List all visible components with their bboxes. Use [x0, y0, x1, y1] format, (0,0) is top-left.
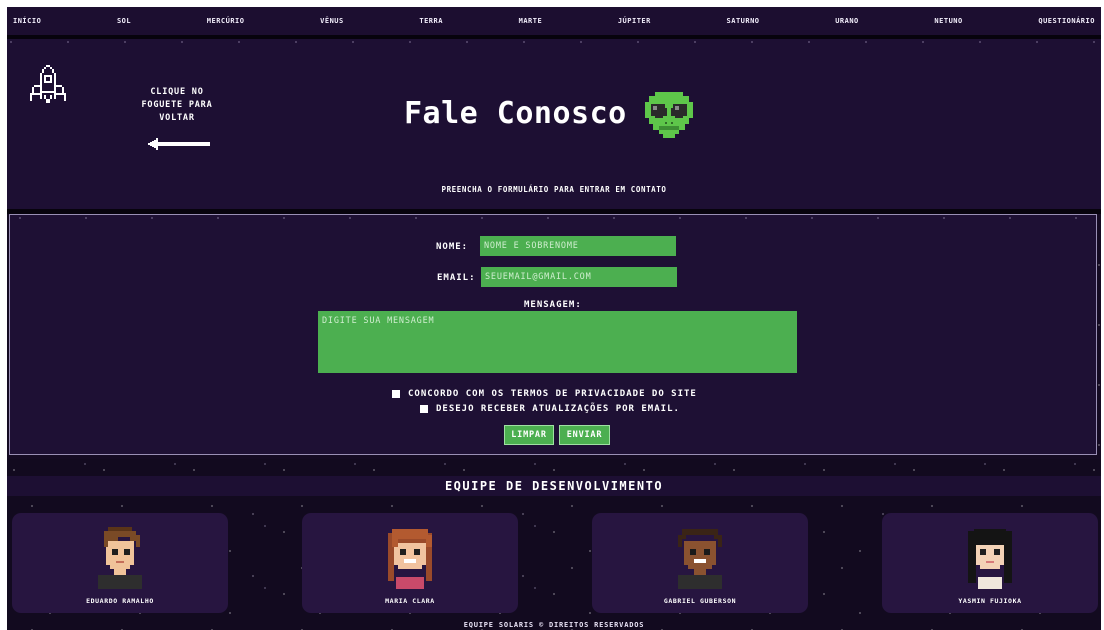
- back-instruction: CLIQUE NO FOGUETE PARA VOLTAR: [141, 87, 213, 123]
- updates-checkbox[interactable]: [420, 405, 428, 413]
- avatar: [678, 529, 722, 589]
- nav-item-mercurio[interactable]: MERCÚRIO: [207, 17, 245, 25]
- nav-item-urano[interactable]: URANO: [835, 17, 859, 25]
- member-name: MARIA CLARA: [385, 597, 435, 605]
- team-title: EQUIPE DE DESENVOLVIMENTO: [444, 479, 664, 493]
- send-button[interactable]: ENVIAR: [559, 425, 610, 445]
- email-label: EMAIL:: [437, 273, 476, 283]
- nav-item-saturno[interactable]: SATURNO: [727, 17, 760, 25]
- top-nav: INÍCIO SOL MERCÚRIO VÊNUS TERRA MARTE JÚ…: [7, 7, 1101, 35]
- avatar: [98, 527, 142, 589]
- nav-item-marte[interactable]: MARTE: [519, 17, 543, 25]
- privacy-checkbox[interactable]: [392, 390, 400, 398]
- privacy-label: CONCORDO COM OS TERMOS DE PRIVACIDADE DO…: [408, 389, 697, 399]
- member-name: EDUARDO RAMALHO: [86, 597, 154, 605]
- page-header: CLIQUE NO FOGUETE PARA VOLTAR Fale Conos…: [7, 39, 1101, 209]
- header-star-strip: [7, 39, 1101, 45]
- nav-item-inicio[interactable]: INÍCIO: [13, 17, 41, 25]
- avatar: [388, 529, 432, 589]
- rocket-icon[interactable]: [24, 63, 72, 113]
- updates-row: DESEJO RECEBER ATUALIZAÇÕES POR EMAIL.: [420, 404, 680, 414]
- team-card-yasmin: YASMIN FUJIOKA: [882, 513, 1098, 613]
- nav-item-netuno[interactable]: NETUNO: [934, 17, 962, 25]
- member-name: GABRIEL GUBERSON: [663, 597, 737, 605]
- team-card-gabriel: GABRIEL GUBERSON: [592, 513, 808, 613]
- email-input[interactable]: [481, 267, 677, 287]
- alien-icon: [645, 92, 693, 138]
- nav-item-jupiter[interactable]: JÚPITER: [618, 17, 651, 25]
- nav-item-venus[interactable]: VÊNUS: [320, 17, 344, 25]
- member-name: YASMIN FUJIOKA: [958, 597, 1022, 605]
- avatar: [968, 529, 1012, 589]
- name-input[interactable]: [480, 236, 676, 256]
- nav-item-sol[interactable]: SOL: [117, 17, 131, 25]
- form-star-strip: [10, 215, 1096, 221]
- footer-text: EQUIPE SOLARIS © DIREITOS RESERVADOS: [463, 621, 645, 629]
- nav-item-questionario[interactable]: QUESTIONÁRIO: [1038, 17, 1095, 25]
- nav-item-terra[interactable]: TERRA: [419, 17, 443, 25]
- team-card-maria: MARIA CLARA: [302, 513, 518, 613]
- contact-form: NOME: EMAIL: MENSAGEM: CONCORDO COM OS T…: [9, 214, 1097, 455]
- privacy-row: CONCORDO COM OS TERMOS DE PRIVACIDADE DO…: [392, 389, 697, 399]
- page-title: Fale Conosco: [404, 96, 627, 131]
- name-label: NOME:: [436, 242, 469, 252]
- message-textarea[interactable]: [318, 311, 797, 373]
- page-subtitle: PREENCHA O FORMULÁRIO PARA ENTRAR EM CON…: [441, 185, 667, 194]
- arrow-left-icon: [148, 138, 210, 150]
- page: INÍCIO SOL MERCÚRIO VÊNUS TERRA MARTE JÚ…: [7, 7, 1101, 630]
- clear-button[interactable]: LIMPAR: [504, 425, 554, 445]
- team-card-eduardo: EDUARDO RAMALHO: [12, 513, 228, 613]
- message-label: MENSAGEM:: [524, 300, 582, 310]
- updates-label: DESEJO RECEBER ATUALIZAÇÕES POR EMAIL.: [436, 404, 680, 414]
